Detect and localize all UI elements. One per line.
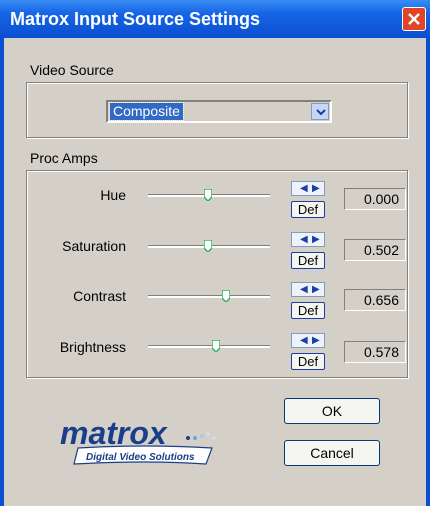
brightness-def-button[interactable]: Def [291,353,325,370]
left-arrow-icon[interactable]: ◀ [300,335,308,346]
hue-label: Hue [100,187,126,203]
hue-stepper[interactable]: ◀ ▶ [291,181,325,196]
matrox-logo: matrox Digital Video Solutions [60,415,216,465]
combo-dropdown-button[interactable] [311,103,329,120]
right-arrow-icon[interactable]: ▶ [312,234,320,245]
saturation-stepper[interactable]: ◀ ▶ [291,232,325,247]
left-arrow-icon[interactable]: ◀ [300,234,308,245]
right-arrow-icon[interactable]: ▶ [312,183,320,194]
window-frame-right [426,38,430,506]
left-arrow-icon[interactable]: ◀ [300,183,308,194]
brightness-slider-thumb[interactable] [212,340,220,352]
saturation-def-button[interactable]: Def [291,252,325,269]
title-bar[interactable]: Matrox Input Source Settings [0,0,430,38]
brightness-stepper[interactable]: ◀ ▶ [291,333,325,348]
hue-value: 0.000 [344,188,406,210]
brightness-label: Brightness [59,339,126,355]
contrast-def-button[interactable]: Def [291,302,325,319]
right-arrow-icon[interactable]: ▶ [312,284,320,295]
left-arrow-icon[interactable]: ◀ [300,284,308,295]
contrast-slider-track[interactable] [148,295,270,298]
video-source-selected: Composite [109,102,184,121]
brightness-slider-track[interactable] [148,345,270,348]
saturation-label: Saturation [62,238,126,254]
window-title: Matrox Input Source Settings [10,9,261,29]
chevron-down-icon [316,109,326,116]
video-source-combobox[interactable]: Composite [106,100,332,123]
logo-tagline: Digital Video Solutions [86,452,195,463]
close-x-icon [408,13,420,25]
cancel-button[interactable]: Cancel [284,440,380,466]
close-button[interactable] [402,7,426,31]
right-arrow-icon[interactable]: ▶ [312,335,320,346]
contrast-value: 0.656 [344,289,406,311]
saturation-value: 0.502 [344,239,406,261]
hue-slider-thumb[interactable] [204,189,212,201]
saturation-slider-thumb[interactable] [204,240,212,252]
hue-def-button[interactable]: Def [291,201,325,218]
ok-button[interactable]: OK [284,398,380,424]
proc-amps-label: Proc Amps [30,150,98,166]
contrast-label: Contrast [73,288,126,304]
video-source-label: Video Source [30,62,114,78]
contrast-slider-thumb[interactable] [222,290,230,302]
brightness-value: 0.578 [344,341,406,363]
contrast-stepper[interactable]: ◀ ▶ [291,282,325,297]
